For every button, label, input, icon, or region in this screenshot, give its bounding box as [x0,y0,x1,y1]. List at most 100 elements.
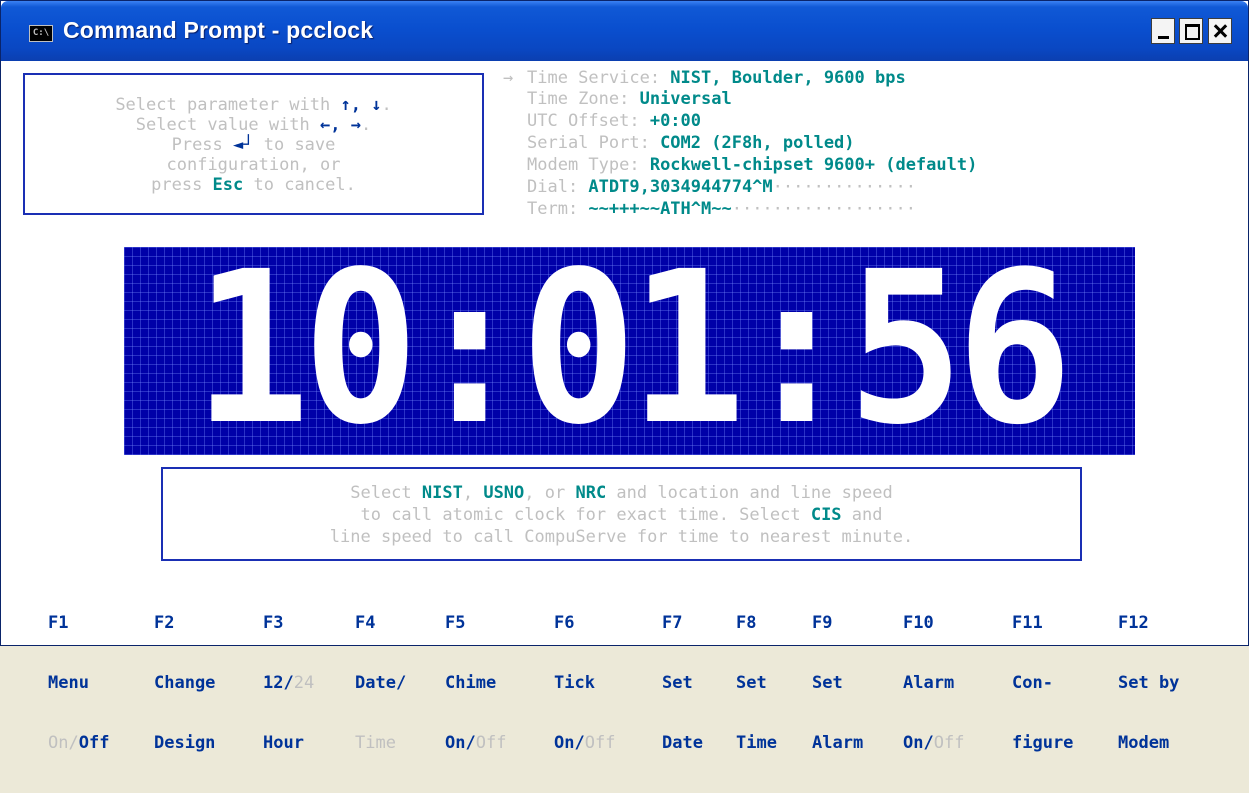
fkey-label: F9 [812,613,833,633]
fkey-f7[interactable]: F7 Set Date [662,573,703,793]
fkey-option-off: Off [933,733,965,753]
help-box: Select parameter with ↑, ↓. Select value… [23,73,484,215]
fkey-f9[interactable]: F9 Set Alarm [812,573,863,793]
enter-key-icon: ◄┘ [233,135,254,155]
fkey-action: Modem [1118,733,1170,753]
fkey-label: F12 [1118,613,1149,633]
setting-label: Time Zone: [527,89,640,109]
setting-value: ATDT9,3034944774^M [588,177,773,197]
fkey-action: Tick [554,673,595,693]
fkey-action: Menu [48,673,89,693]
up-down-arrows-icon: ↑, ↓ [340,95,382,115]
title-bar[interactable]: C:\ Command Prompt - pcclock [1,1,1248,61]
setting-time-service[interactable]: Time Service: NIST, Boulder, 9600 bps [527,70,906,87]
field-fill: ·············· [772,177,916,197]
fkey-f12[interactable]: F12 Set by Modem [1118,573,1179,793]
field-fill: ·················· [731,199,916,219]
setting-value: Rockwell-chipset 9600+ (default) [649,155,978,175]
help-text: Select value with [135,115,321,135]
fkey-f8[interactable]: F8 Set Time [736,573,777,793]
fkey-label: F10 [903,613,934,633]
fkey-label: F3 [263,613,284,633]
fkey-f2[interactable]: F2 Change Design [154,573,215,793]
close-button[interactable] [1208,18,1232,44]
fkey-action: Con- [1012,673,1053,693]
fkey-action: Design [154,733,216,753]
setting-value: ~~+++~~ATH^M~~ [588,199,732,219]
fkey-option-off: Off [475,733,507,753]
esc-key-label: Esc [212,175,244,195]
fkey-option: Time [355,733,396,753]
setting-time-zone[interactable]: Time Zone: Universal [527,91,732,108]
setting-utc-offset[interactable]: UTC Offset: +0:00 [527,113,701,130]
fkey-action: Set by [1118,673,1180,693]
cis-keyword: CIS [810,505,842,525]
left-right-arrows-icon: ←, → [320,115,361,135]
setting-dial[interactable]: Dial: ATDT9,3034944774^M·············· [527,179,916,196]
fkey-f6[interactable]: F6 Tick On/Off [554,573,615,793]
fkey-label: F4 [355,613,376,633]
help-text: . [381,95,392,115]
fkey-option-24: 24 [293,673,315,693]
setting-value: +0:00 [649,111,702,131]
setting-term[interactable]: Term: ~~+++~~ATH^M~~·················· [527,201,916,218]
fkey-f4[interactable]: F4 Date/ Time [355,573,406,793]
fkey-f5[interactable]: F5 Chime On/Off [445,573,506,793]
help-line-3: Press ◄┘ to save [25,137,482,154]
help-text: Press [171,135,234,155]
fkey-action: Set [736,673,767,693]
desc-text: and [841,505,883,525]
description-line-1: Select NIST, USNO, or NRC and location a… [163,485,1080,502]
setting-modem-type[interactable]: Modem Type: Rockwell-chipset 9600+ (defa… [527,157,977,174]
console-app-icon[interactable]: C:\ [29,25,53,42]
description-line-2: to call atomic clock for exact time. Sel… [163,507,1080,524]
fkey-option-12: 12/ [263,673,294,693]
fkey-action: Date/ [355,673,407,693]
fkey-label: F5 [445,613,466,633]
description-box: Select NIST, USNO, or NRC and location a… [161,467,1082,561]
fkey-f3[interactable]: F3 12/24 Hour [263,573,314,793]
setting-value: NIST, Boulder, 9600 bps [670,68,906,88]
fkey-option-off: Off [584,733,616,753]
help-line-1: Select parameter with ↑, ↓. [25,97,482,114]
fkey-option-off: Off [78,733,110,753]
maximize-button[interactable] [1179,18,1203,44]
help-line-4: configuration, or [166,155,341,175]
fkey-action: Change [154,673,216,693]
fkey-option-on: On/ [445,733,476,753]
fkey-action: Date [662,733,703,753]
minimize-button[interactable] [1151,18,1175,44]
fkey-action: Time [736,733,777,753]
help-text: press [151,175,213,195]
fkey-option-on: On/ [903,733,934,753]
setting-value: COM2 (2F8h, polled) [660,133,855,153]
desc-text: Select [350,483,422,503]
setting-label: Term: [527,199,589,219]
fkey-action: Alarm [812,733,864,753]
help-text: to cancel. [243,175,356,195]
console-window: C:\ Command Prompt - pcclock Select para… [0,0,1249,753]
setting-serial-port[interactable]: Serial Port: COM2 (2F8h, polled) [527,135,855,152]
setting-label: Time Service: [527,68,671,88]
fkey-option-on: On/ [554,733,585,753]
setting-label: Modem Type: [527,155,650,175]
fkey-option-on: On/ [48,733,79,753]
fkey-label: F8 [736,613,757,633]
help-line-2: Select value with ←, →. [25,117,482,134]
help-line-5: press Esc to cancel. [25,177,482,194]
help-text: to save [253,135,336,155]
setting-label: Dial: [527,177,589,197]
setting-value: Universal [639,89,732,109]
setting-label: Serial Port: [527,133,661,153]
fkey-label: F6 [554,613,575,633]
fkey-f11[interactable]: F11 Con- figure [1012,573,1073,793]
desc-text: , [462,483,484,503]
fkey-action: Hour [263,733,304,753]
help-text: Select parameter with [115,95,341,115]
fkey-f10[interactable]: F10 Alarm On/Off [903,573,964,793]
fkey-action: Set [662,673,693,693]
fkey-f1[interactable]: F1 Menu On/Off [48,573,109,793]
nrc-keyword: NRC [575,483,607,503]
desc-text: , or [524,483,576,503]
help-text: . [360,115,372,135]
